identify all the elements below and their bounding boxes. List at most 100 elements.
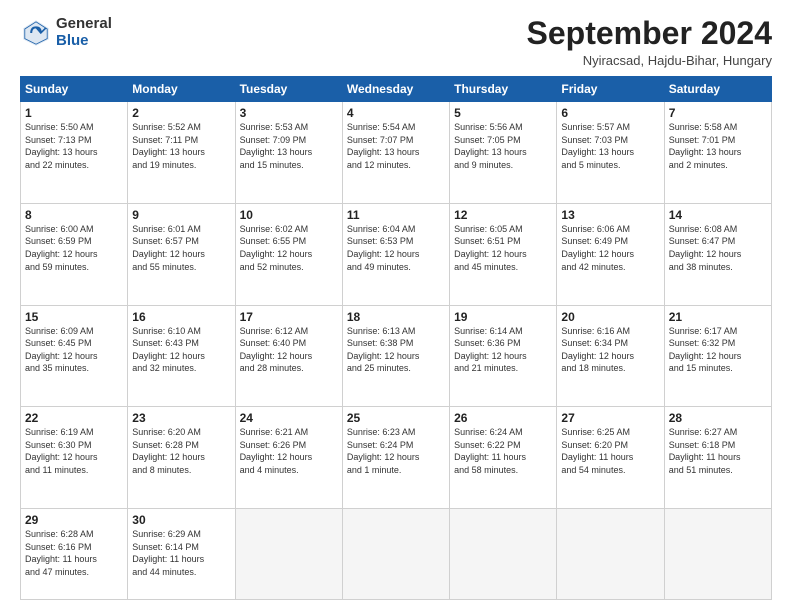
table-row: 21 Sunrise: 6:17 AMSunset: 6:32 PMDaylig… [664,305,771,407]
day-number: 23 [132,411,230,425]
table-row [235,508,342,599]
header-saturday: Saturday [664,77,771,102]
day-number: 22 [25,411,123,425]
day-number: 13 [561,208,659,222]
day-info: Sunrise: 5:56 AMSunset: 7:05 PMDaylight:… [454,122,527,170]
day-number: 26 [454,411,552,425]
table-row: 3 Sunrise: 5:53 AMSunset: 7:09 PMDayligh… [235,102,342,204]
header-wednesday: Wednesday [342,77,449,102]
logo-text: General Blue [56,16,112,49]
day-number: 25 [347,411,445,425]
table-row: 11 Sunrise: 6:04 AMSunset: 6:53 PMDaylig… [342,203,449,305]
day-number: 27 [561,411,659,425]
table-row [450,508,557,599]
table-row: 22 Sunrise: 6:19 AMSunset: 6:30 PMDaylig… [21,407,128,509]
day-number: 29 [25,513,123,527]
day-number: 30 [132,513,230,527]
header-tuesday: Tuesday [235,77,342,102]
table-row: 16 Sunrise: 6:10 AMSunset: 6:43 PMDaylig… [128,305,235,407]
day-number: 11 [347,208,445,222]
calendar-week-row: 22 Sunrise: 6:19 AMSunset: 6:30 PMDaylig… [21,407,772,509]
day-number: 2 [132,106,230,120]
header-friday: Friday [557,77,664,102]
table-row [557,508,664,599]
day-number: 16 [132,310,230,324]
day-number: 3 [240,106,338,120]
day-number: 15 [25,310,123,324]
header-sunday: Sunday [21,77,128,102]
table-row: 1 Sunrise: 5:50 AMSunset: 7:13 PMDayligh… [21,102,128,204]
day-number: 7 [669,106,767,120]
day-info: Sunrise: 5:53 AMSunset: 7:09 PMDaylight:… [240,122,313,170]
logo-icon [20,17,52,49]
table-row: 23 Sunrise: 6:20 AMSunset: 6:28 PMDaylig… [128,407,235,509]
table-row: 14 Sunrise: 6:08 AMSunset: 6:47 PMDaylig… [664,203,771,305]
day-number: 8 [25,208,123,222]
day-number: 18 [347,310,445,324]
calendar-page: General Blue September 2024 Nyiracsad, H… [0,0,792,612]
calendar-week-row: 15 Sunrise: 6:09 AMSunset: 6:45 PMDaylig… [21,305,772,407]
day-number: 20 [561,310,659,324]
day-info: Sunrise: 5:50 AMSunset: 7:13 PMDaylight:… [25,122,98,170]
table-row: 9 Sunrise: 6:01 AMSunset: 6:57 PMDayligh… [128,203,235,305]
day-info: Sunrise: 6:09 AMSunset: 6:45 PMDaylight:… [25,326,98,374]
day-info: Sunrise: 6:19 AMSunset: 6:30 PMDaylight:… [25,427,98,475]
day-number: 4 [347,106,445,120]
day-info: Sunrise: 6:02 AMSunset: 6:55 PMDaylight:… [240,224,313,272]
title-block: September 2024 Nyiracsad, Hajdu-Bihar, H… [527,16,772,68]
day-number: 17 [240,310,338,324]
month-title: September 2024 [527,16,772,51]
day-info: Sunrise: 6:13 AMSunset: 6:38 PMDaylight:… [347,326,420,374]
table-row: 26 Sunrise: 6:24 AMSunset: 6:22 PMDaylig… [450,407,557,509]
logo-blue-text: Blue [56,33,112,50]
table-row: 6 Sunrise: 5:57 AMSunset: 7:03 PMDayligh… [557,102,664,204]
day-number: 14 [669,208,767,222]
table-row: 27 Sunrise: 6:25 AMSunset: 6:20 PMDaylig… [557,407,664,509]
table-row [342,508,449,599]
table-row: 4 Sunrise: 5:54 AMSunset: 7:07 PMDayligh… [342,102,449,204]
logo: General Blue [20,16,112,49]
table-row: 2 Sunrise: 5:52 AMSunset: 7:11 PMDayligh… [128,102,235,204]
table-row: 25 Sunrise: 6:23 AMSunset: 6:24 PMDaylig… [342,407,449,509]
day-number: 5 [454,106,552,120]
day-number: 24 [240,411,338,425]
table-row: 19 Sunrise: 6:14 AMSunset: 6:36 PMDaylig… [450,305,557,407]
header-thursday: Thursday [450,77,557,102]
day-info: Sunrise: 6:28 AMSunset: 6:16 PMDaylight:… [25,529,97,577]
day-info: Sunrise: 5:57 AMSunset: 7:03 PMDaylight:… [561,122,634,170]
day-number: 9 [132,208,230,222]
day-info: Sunrise: 6:25 AMSunset: 6:20 PMDaylight:… [561,427,633,475]
header-monday: Monday [128,77,235,102]
table-row: 12 Sunrise: 6:05 AMSunset: 6:51 PMDaylig… [450,203,557,305]
day-number: 6 [561,106,659,120]
table-row: 15 Sunrise: 6:09 AMSunset: 6:45 PMDaylig… [21,305,128,407]
table-row: 17 Sunrise: 6:12 AMSunset: 6:40 PMDaylig… [235,305,342,407]
table-row: 10 Sunrise: 6:02 AMSunset: 6:55 PMDaylig… [235,203,342,305]
day-info: Sunrise: 6:04 AMSunset: 6:53 PMDaylight:… [347,224,420,272]
day-info: Sunrise: 6:20 AMSunset: 6:28 PMDaylight:… [132,427,205,475]
weekday-header-row: Sunday Monday Tuesday Wednesday Thursday… [21,77,772,102]
day-info: Sunrise: 6:17 AMSunset: 6:32 PMDaylight:… [669,326,742,374]
day-info: Sunrise: 6:27 AMSunset: 6:18 PMDaylight:… [669,427,741,475]
day-info: Sunrise: 5:52 AMSunset: 7:11 PMDaylight:… [132,122,205,170]
day-number: 19 [454,310,552,324]
table-row: 18 Sunrise: 6:13 AMSunset: 6:38 PMDaylig… [342,305,449,407]
table-row: 7 Sunrise: 5:58 AMSunset: 7:01 PMDayligh… [664,102,771,204]
day-info: Sunrise: 6:21 AMSunset: 6:26 PMDaylight:… [240,427,313,475]
day-info: Sunrise: 6:08 AMSunset: 6:47 PMDaylight:… [669,224,742,272]
day-info: Sunrise: 6:10 AMSunset: 6:43 PMDaylight:… [132,326,205,374]
header: General Blue September 2024 Nyiracsad, H… [20,16,772,68]
table-row: 29 Sunrise: 6:28 AMSunset: 6:16 PMDaylig… [21,508,128,599]
day-info: Sunrise: 6:23 AMSunset: 6:24 PMDaylight:… [347,427,420,475]
day-info: Sunrise: 6:01 AMSunset: 6:57 PMDaylight:… [132,224,205,272]
day-info: Sunrise: 5:54 AMSunset: 7:07 PMDaylight:… [347,122,420,170]
table-row: 30 Sunrise: 6:29 AMSunset: 6:14 PMDaylig… [128,508,235,599]
table-row: 28 Sunrise: 6:27 AMSunset: 6:18 PMDaylig… [664,407,771,509]
day-number: 1 [25,106,123,120]
table-row: 24 Sunrise: 6:21 AMSunset: 6:26 PMDaylig… [235,407,342,509]
day-info: Sunrise: 5:58 AMSunset: 7:01 PMDaylight:… [669,122,742,170]
table-row: 13 Sunrise: 6:06 AMSunset: 6:49 PMDaylig… [557,203,664,305]
location-subtitle: Nyiracsad, Hajdu-Bihar, Hungary [527,53,772,68]
day-info: Sunrise: 6:12 AMSunset: 6:40 PMDaylight:… [240,326,313,374]
calendar-week-row: 1 Sunrise: 5:50 AMSunset: 7:13 PMDayligh… [21,102,772,204]
